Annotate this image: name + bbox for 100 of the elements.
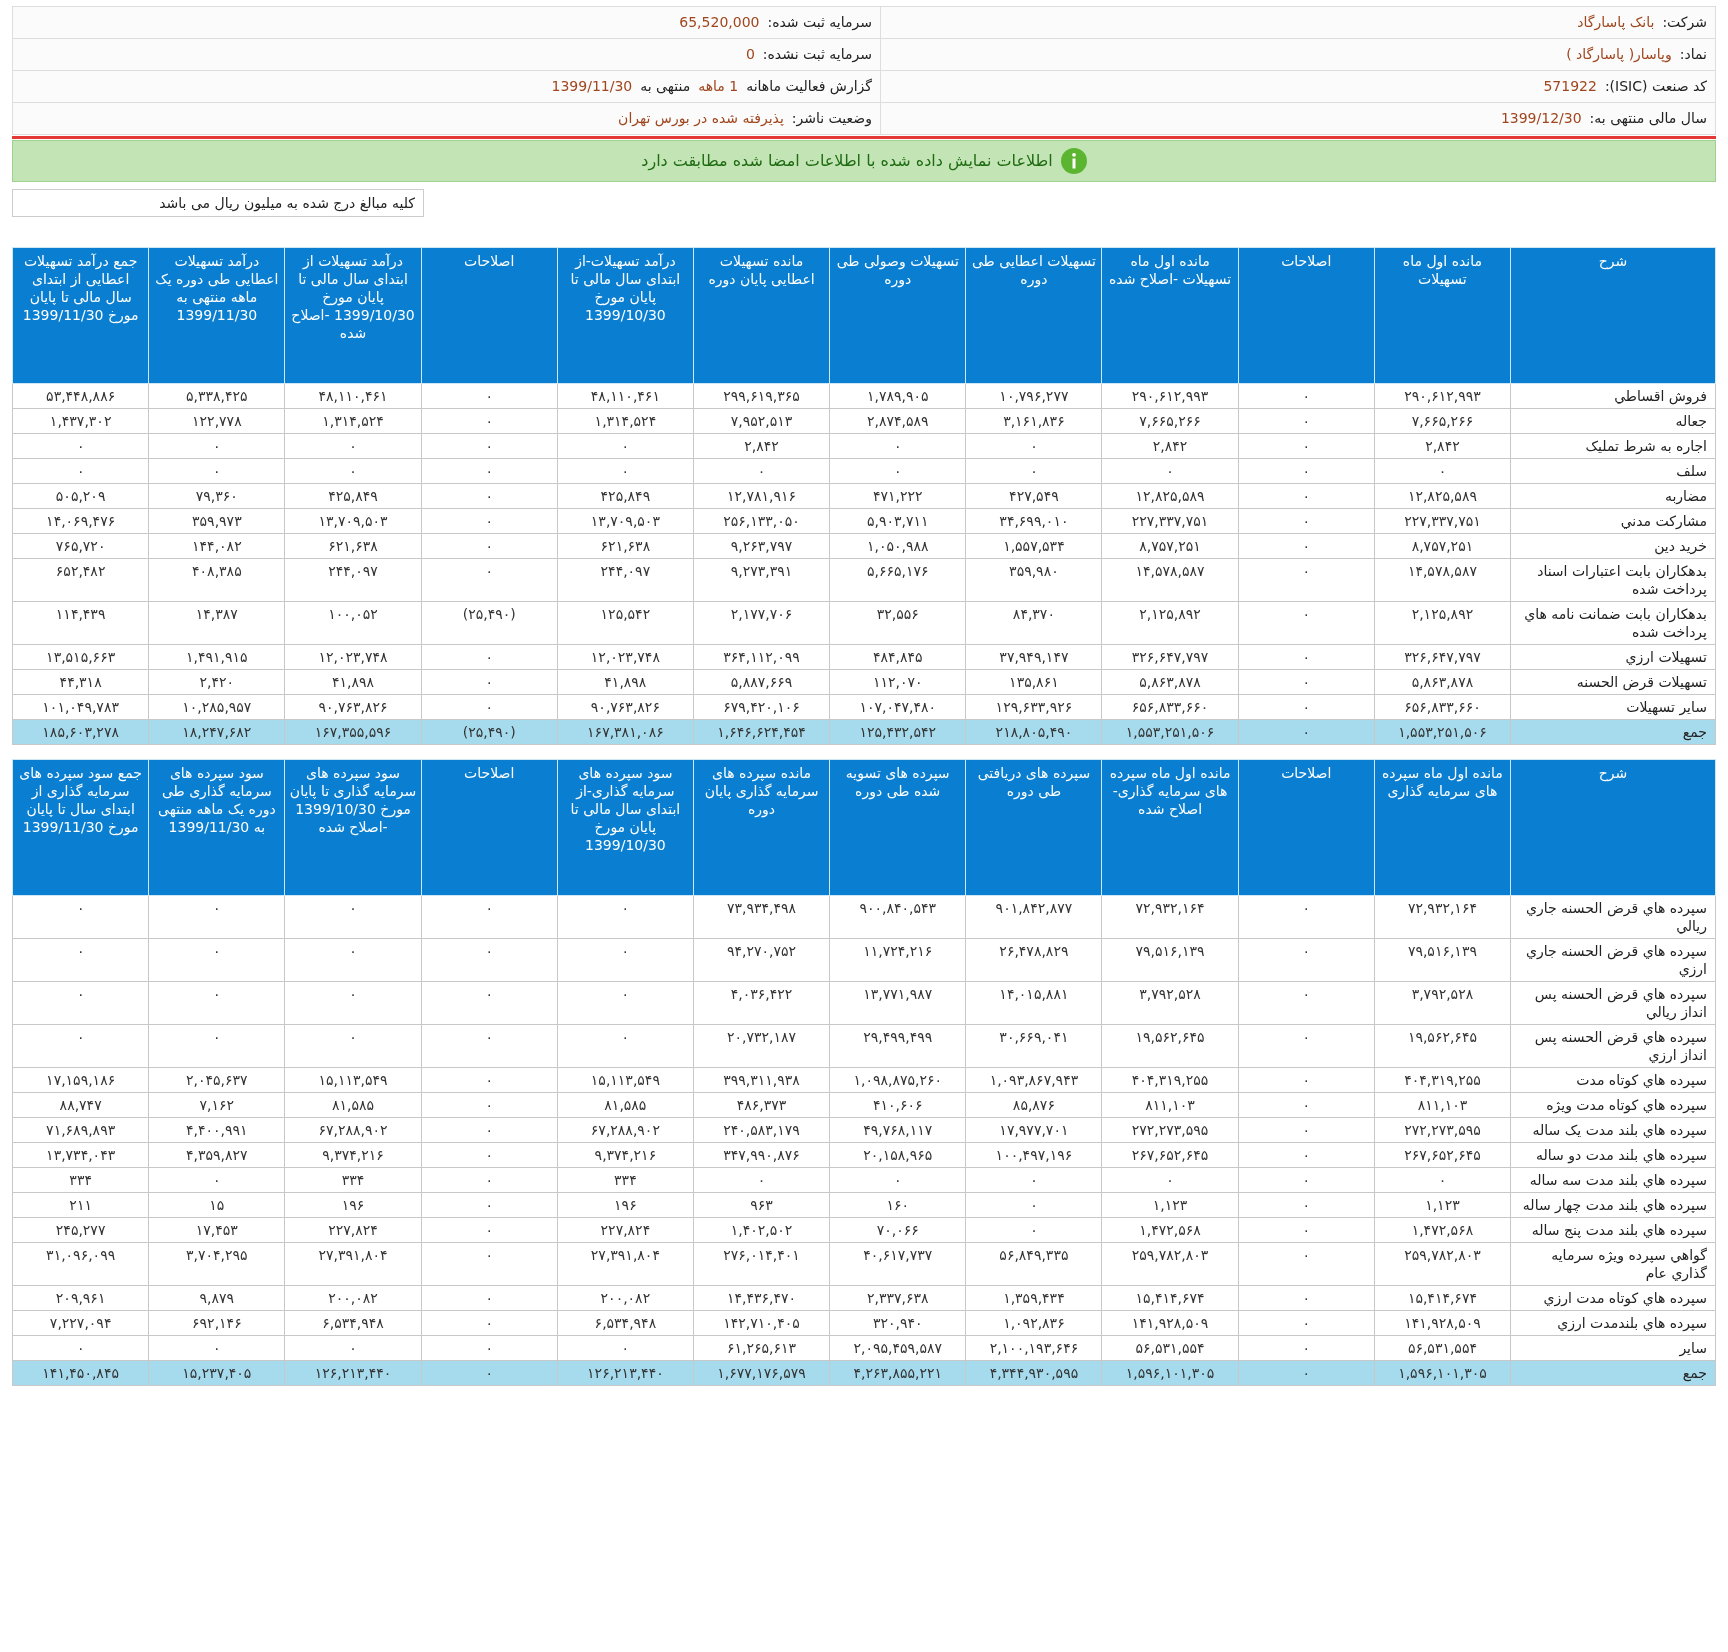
table-cell: ۸۵,۸۷۶ — [965, 1092, 1102, 1118]
table-cell: ۰ — [557, 895, 694, 939]
table-cell: ۰ — [1238, 558, 1375, 602]
table-cell: ۰ — [1238, 1142, 1375, 1168]
table-cell: ۰ — [1238, 1335, 1375, 1361]
table-cell: ۷۰,۰۶۶ — [829, 1217, 966, 1243]
table-cell: ۷۳,۹۳۴,۴۹۸ — [693, 895, 830, 939]
table-cell: ۱,۷۸۹,۹۰۵ — [829, 383, 966, 409]
table-cell: ۳۲,۵۵۶ — [829, 601, 966, 645]
table-cell: ۰ — [284, 433, 422, 459]
table-cell: ۰ — [421, 938, 558, 982]
table-cell: ۱۵,۴۱۴,۶۷۴ — [1374, 1285, 1511, 1311]
row-label: فروش اقساطي — [1510, 383, 1716, 409]
table-cell: ۶۲۱,۶۳۸ — [284, 533, 422, 559]
table-cell: ۰ — [1238, 1067, 1375, 1093]
table-cell: ۱,۱۲۳ — [1102, 1192, 1239, 1218]
field-label: نماد: — [1679, 45, 1707, 64]
table-cell: ۱۶۷,۳۸۱,۰۸۶ — [557, 719, 694, 745]
table-cell: ۱۲,۸۲۵,۵۸۹ — [1374, 483, 1511, 509]
table-cell: ۰ — [12, 938, 149, 982]
table-cell: ۰ — [421, 508, 558, 534]
column-header: تسهیلات اعطایی طی دوره — [965, 247, 1102, 384]
table-cell: ۱۲۵,۵۴۲ — [557, 601, 694, 645]
table-cell: ۰ — [1238, 1167, 1375, 1193]
row-label: جعاله — [1510, 408, 1716, 434]
table-cell: ۱۷,۹۷۷,۷۰۱ — [965, 1117, 1102, 1143]
row-label: سپرده هاي قرض الحسنه پس انداز ريالي — [1510, 981, 1716, 1025]
table-cell: ۵۶,۵۳۱,۵۵۴ — [1102, 1335, 1239, 1361]
column-header: درآمد تسهیلات-از ابتدای سال مالی تا پایان مورخ 1399/10/30 — [557, 247, 694, 384]
table-cell: ۷۶۵,۷۲۰ — [12, 533, 149, 559]
row-label: سپرده هاي بلند مدت چهار ساله — [1510, 1192, 1716, 1218]
table-cell: ۰ — [12, 981, 149, 1025]
table-cell: ۲۹۰,۶۱۲,۹۹۳ — [1102, 383, 1239, 409]
table-cell: ۸,۷۵۷,۲۵۱ — [1102, 533, 1239, 559]
table-cell: ۲۲۷,۳۳۷,۷۵۱ — [1374, 508, 1511, 534]
row-label: اجاره به شرط تمليک — [1510, 433, 1716, 459]
field-label: شرکت: — [1662, 13, 1707, 33]
table-cell: ۳۱,۰۹۶,۰۹۹ — [12, 1242, 149, 1286]
total-label: جمع — [1510, 1360, 1716, 1386]
table-cell: ۲۴۰,۵۸۳,۱۷۹ — [693, 1117, 830, 1143]
table-cell: ۳,۷۹۲,۵۲۸ — [1374, 981, 1511, 1025]
row-label: مشارکت مدني — [1510, 508, 1716, 534]
table-cell: ۷,۶۶۵,۲۶۶ — [1102, 408, 1239, 434]
table-cell: ۰ — [421, 1142, 558, 1168]
column-header: مانده سپرده های سرمایه گذاری پایان دوره — [693, 759, 830, 896]
table-cell: ۳۹۹,۳۱۱,۹۳۸ — [693, 1067, 830, 1093]
table-cell: ۲,۳۳۷,۶۳۸ — [829, 1285, 966, 1311]
table-cell: ۶۱,۲۶۵,۶۱۳ — [693, 1335, 830, 1361]
table-cell: ۴,۴۰۰,۹۹۱ — [148, 1117, 285, 1143]
row-label: سپرده هاي قرض الحسنه جاري ارزي — [1510, 938, 1716, 982]
table-cell: ۱,۰۵۰,۹۸۸ — [829, 533, 966, 559]
table-cell: ۳,۷۹۲,۵۲۸ — [1102, 981, 1239, 1025]
table-cell: ۷۲,۹۳۲,۱۶۴ — [1374, 895, 1511, 939]
table-cell: ۹,۳۷۴,۲۱۶ — [284, 1142, 422, 1168]
table-cell: ۵۰۵,۲۰۹ — [12, 483, 149, 509]
table-cell: ۷۱,۶۸۹,۸۹۳ — [12, 1117, 149, 1143]
table-cell: ۸۱۱,۱۰۳ — [1102, 1092, 1239, 1118]
row-label: ساير — [1510, 1335, 1716, 1361]
table-cell: ۰ — [284, 981, 422, 1025]
table-cell: (۲۵,۴۹۰) — [421, 601, 558, 645]
table-cell: (۲۵,۴۹۰) — [421, 719, 558, 745]
table-cell: ۳۰,۶۶۹,۰۴۱ — [965, 1024, 1102, 1068]
table-cell: ۵,۸۶۳,۸۷۸ — [1102, 669, 1239, 695]
field-value: 571922 — [1543, 77, 1597, 96]
table-cell: ۰ — [421, 1285, 558, 1311]
table-cell: ۱,۰۹۳,۸۶۷,۹۴۳ — [965, 1067, 1102, 1093]
table-cell: ۳۴۷,۹۹۰,۸۷۶ — [693, 1142, 830, 1168]
table-cell: ۰ — [421, 558, 558, 602]
table-cell: ۱,۵۹۶,۱۰۱,۳۰۵ — [1102, 1360, 1239, 1386]
table-cell: ۲۹۰,۶۱۲,۹۹۳ — [1374, 383, 1511, 409]
table-cell: ۰ — [421, 383, 558, 409]
table-cell: ۰ — [829, 458, 966, 484]
table-cell: ۲۰۰,۰۸۲ — [284, 1285, 422, 1311]
table-cell: ۲,۸۴۲ — [1102, 433, 1239, 459]
table-cell: ۰ — [148, 1024, 285, 1068]
column-header: اصلاحات — [421, 247, 558, 384]
table-cell: ۰ — [1238, 533, 1375, 559]
row-label: سلف — [1510, 458, 1716, 484]
table-cell: ۴۸,۱۱۰,۴۶۱ — [284, 383, 422, 409]
table-cell: ۰ — [693, 458, 830, 484]
table-cell: ۱۴,۳۸۷ — [148, 601, 285, 645]
table-cell: ۰ — [1102, 1167, 1239, 1193]
table-cell: ۰ — [965, 1217, 1102, 1243]
table-cell: ۱۶۰ — [829, 1192, 966, 1218]
column-header: سپرده های دریافتی طی دوره — [965, 759, 1102, 896]
table-cell: ۲,۸۷۴,۵۸۹ — [829, 408, 966, 434]
table-cell: ۱,۵۵۳,۲۵۱,۵۰۶ — [1102, 719, 1239, 745]
table-cell: ۲۴۵,۲۷۷ — [12, 1217, 149, 1243]
table-cell: ۱۴,۴۳۶,۴۷۰ — [693, 1285, 830, 1311]
table-cell: ۸۱,۵۸۵ — [284, 1092, 422, 1118]
table-cell: ۲۵۶,۱۳۳,۰۵۰ — [693, 508, 830, 534]
table-cell: ۲,۴۲۰ — [148, 669, 285, 695]
table-cell: ۰ — [148, 433, 285, 459]
table-cell: ۲۱۱ — [12, 1192, 149, 1218]
table-cell: ۰ — [1238, 719, 1375, 745]
table-cell: ۱,۵۵۳,۲۵۱,۵۰۶ — [1374, 719, 1511, 745]
table-cell: ۰ — [1238, 383, 1375, 409]
table-cell: ۰ — [1238, 1310, 1375, 1336]
table-cell: ۷,۶۶۵,۲۶۶ — [1374, 408, 1511, 434]
table-cell: ۰ — [965, 1167, 1102, 1193]
